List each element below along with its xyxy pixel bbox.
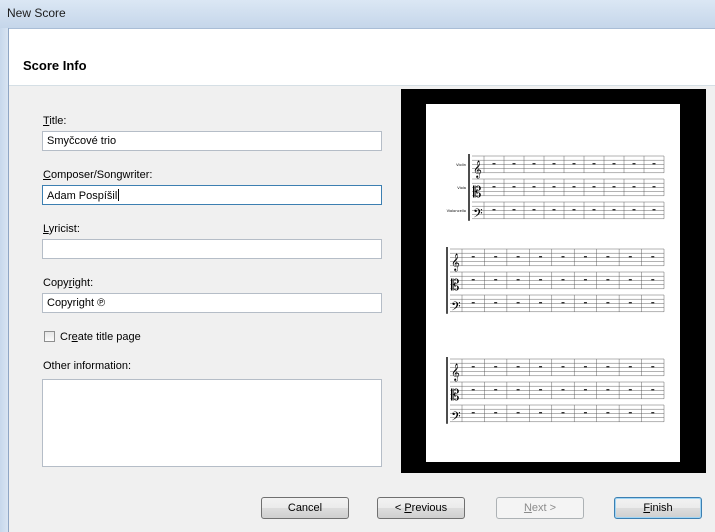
svg-text:𝄞: 𝄞	[451, 363, 460, 381]
score-system: 𝄞 𝄡 𝄢	[446, 357, 665, 427]
title-label: Title:	[43, 115, 67, 127]
window-title: New Score	[7, 6, 66, 20]
lyricist-field[interactable]	[42, 239, 382, 259]
score-preview: 𝄞 Violin 𝄡 Viola 𝄢 Violoncello 𝄞 𝄡 𝄢 𝄞 𝄡 𝄢	[401, 89, 706, 473]
wizard-header: Score Info	[9, 29, 715, 86]
instrument-label: Violin	[456, 163, 466, 167]
svg-text:𝄡: 𝄡	[473, 183, 481, 201]
other-info-textarea[interactable]	[42, 379, 382, 467]
finish-button[interactable]: Finish	[614, 497, 702, 519]
other-info-label: Other information:	[43, 360, 132, 372]
svg-text:𝄞: 𝄞	[473, 160, 482, 178]
svg-text:𝄡: 𝄡	[451, 386, 459, 404]
copyright-label: Copyright:	[43, 277, 94, 289]
instrument-label: Viola	[457, 186, 466, 190]
title-field[interactable]: Smyčcové trio	[42, 131, 382, 151]
copyright-field[interactable]: Copyright ℗	[42, 293, 382, 313]
svg-text:𝄞: 𝄞	[451, 253, 460, 271]
window-titlebar: New Score	[0, 0, 715, 29]
composer-value: Adam Pospíšil	[47, 190, 118, 202]
composer-field[interactable]: Adam Pospíšil	[42, 185, 382, 205]
window-frame-left	[0, 28, 9, 532]
score-preview-staves: 𝄞 Violin 𝄡 Viola 𝄢 Violoncello 𝄞 𝄡 𝄢 𝄞 𝄡 𝄢	[446, 154, 665, 427]
svg-text:𝄢: 𝄢	[451, 299, 461, 317]
preview-page: 𝄞 Violin 𝄡 Viola 𝄢 Violoncello 𝄞 𝄡 𝄢 𝄞 𝄡 𝄢	[426, 104, 680, 462]
create-title-page-checkbox[interactable]	[44, 331, 55, 342]
svg-text:𝄡: 𝄡	[451, 276, 459, 294]
next-button[interactable]: Next >	[496, 497, 584, 519]
text-caret	[118, 189, 120, 201]
composer-label: Composer/Songwriter:	[43, 169, 153, 181]
score-system: 𝄞 Violin 𝄡 Viola 𝄢 Violoncello	[447, 154, 665, 224]
score-system: 𝄞 𝄡 𝄢	[446, 247, 665, 317]
create-title-page-label: Create title page	[60, 331, 141, 343]
cancel-button[interactable]: Cancel	[261, 497, 349, 519]
dialog-content: Score Info Title: Smyčcové trio Composer…	[9, 29, 715, 532]
page-title: Score Info	[23, 58, 87, 73]
previous-button[interactable]: < Previous	[377, 497, 465, 519]
lyricist-label: Lyricist:	[43, 223, 80, 235]
svg-text:𝄢: 𝄢	[473, 206, 483, 224]
svg-text:𝄢: 𝄢	[451, 409, 461, 427]
instrument-label: Violoncello	[447, 209, 466, 213]
